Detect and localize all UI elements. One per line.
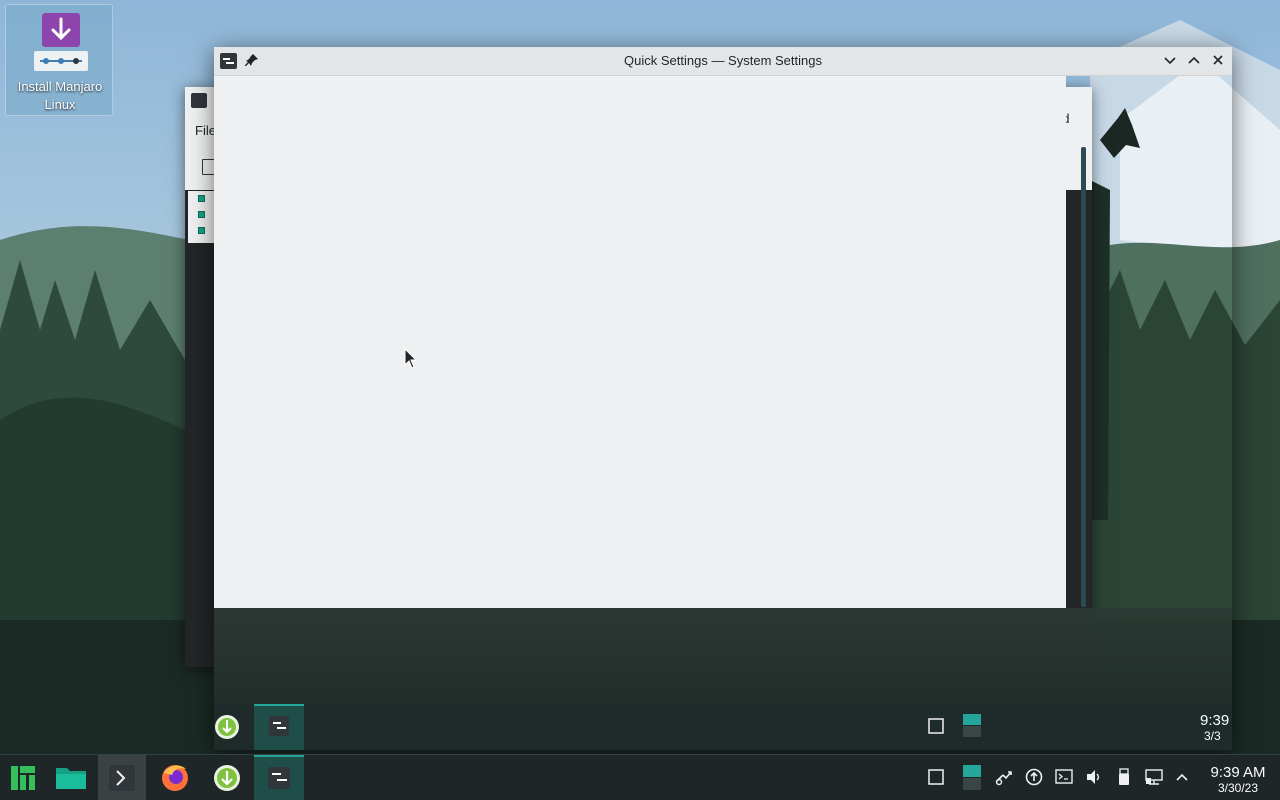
expand-tray-icon[interactable]: [1172, 767, 1192, 787]
install-download-icon: [214, 765, 240, 791]
volume-icon[interactable]: [1084, 767, 1104, 787]
terminal-icon: [109, 765, 135, 791]
firefox-icon: [162, 765, 188, 791]
maximize-button[interactable]: [1184, 52, 1204, 70]
network-icon[interactable]: [1144, 767, 1164, 787]
clock-date: 3/30/23: [1217, 781, 1259, 795]
install-manjaro-task[interactable]: [204, 755, 250, 800]
mirror-clock-date: 3/3: [1204, 729, 1221, 743]
system-settings-icon[interactable]: [220, 53, 237, 69]
mirror-tray-show-desktop: [926, 716, 946, 736]
quick-settings-window[interactable]: Quick Settings — System Settings 9:39 3/…: [214, 47, 1232, 750]
window-titlebar[interactable]: Quick Settings — System Settings: [214, 47, 1232, 76]
chevron-up-icon: [1188, 56, 1200, 64]
taskbar: 9:39 AM 3/30/23: [0, 754, 1280, 800]
folder-icon: [56, 768, 86, 789]
mouse-cursor-icon: [404, 347, 418, 370]
close-icon: [1213, 55, 1223, 65]
usb-icon[interactable]: [1114, 767, 1134, 787]
show-desktop-icon[interactable]: [926, 767, 946, 787]
list-bullet-icon: [198, 211, 205, 218]
window-title: Quick Settings — System Settings: [624, 53, 822, 68]
list-bullet-icon: [198, 227, 205, 234]
install-manjaro-desktop-icon[interactable]: Install Manjaro Linux: [5, 4, 113, 116]
terminal-tray-icon[interactable]: [1054, 767, 1074, 787]
install-manjaro-label: Install Manjaro Linux: [17, 79, 103, 112]
application-launcher[interactable]: [0, 755, 46, 800]
install-download-icon: [34, 13, 88, 71]
background-window-sidebar: [188, 191, 214, 243]
mirror-tray-pager: [962, 714, 982, 737]
file-manager-launcher[interactable]: [48, 755, 94, 800]
mirror-clock: 9:39 3/3: [1200, 712, 1234, 743]
menu-file[interactable]: File: [195, 123, 216, 138]
kde-connect-icon[interactable]: [994, 767, 1014, 787]
digital-clock[interactable]: 9:39 AM 3/30/23: [1200, 764, 1276, 795]
list-bullet-icon: [198, 195, 205, 202]
terminal-icon: [191, 93, 207, 108]
updates-icon[interactable]: [1024, 767, 1044, 787]
mirror-install-icon: [214, 704, 242, 750]
pager-icon[interactable]: [962, 765, 982, 791]
close-button[interactable]: [1208, 52, 1228, 70]
system-settings-icon: [268, 767, 290, 789]
mirror-settings-task: [254, 704, 304, 750]
minimize-button[interactable]: [1160, 52, 1180, 70]
system-settings-task[interactable]: [254, 755, 304, 800]
pin-icon[interactable]: [244, 53, 260, 69]
manjaro-menu-icon: [11, 766, 35, 790]
clock-time: 9:39 AM: [1210, 764, 1266, 781]
firefox-launcher[interactable]: [152, 755, 198, 800]
quick-settings-content[interactable]: [214, 76, 1066, 608]
chevron-down-icon: [1164, 57, 1176, 65]
mirror-clock-time: 9:39: [1200, 712, 1230, 729]
mirrored-panel: 9:39 3/3: [214, 704, 1232, 750]
terminal-launcher[interactable]: [98, 755, 146, 800]
